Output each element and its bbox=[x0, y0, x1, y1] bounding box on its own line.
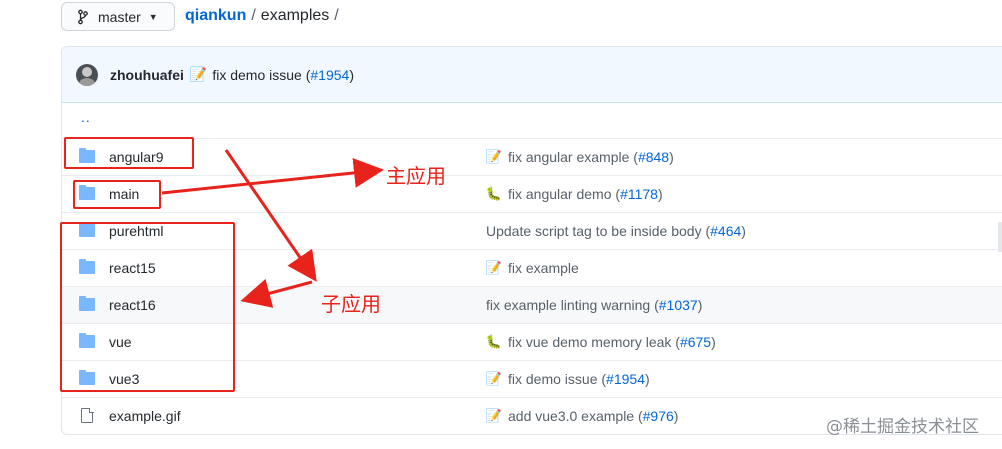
scrollbar-hint bbox=[998, 222, 1002, 252]
commit-message-link[interactable]: 📝 fix demo issue (#1954) bbox=[486, 371, 650, 387]
pr-link[interactable]: #848 bbox=[638, 149, 669, 165]
annotation-box-angular9 bbox=[64, 137, 194, 169]
pr-link[interactable]: #1178 bbox=[620, 186, 658, 202]
file-name-link[interactable]: example.gif bbox=[109, 408, 181, 424]
annotation-box-sub-apps bbox=[60, 222, 235, 392]
annotation-main-app: 主应用 bbox=[386, 164, 446, 188]
pr-link[interactable]: #976 bbox=[643, 408, 674, 424]
git-branch-icon bbox=[78, 9, 88, 24]
breadcrumb-repo-link[interactable]: qiankun bbox=[185, 7, 246, 24]
memo-emoji-icon: 📝 bbox=[485, 408, 503, 423]
annotation-box-main bbox=[73, 180, 161, 209]
file-icon bbox=[79, 407, 95, 423]
bug-emoji-icon: 🐛 bbox=[485, 334, 503, 349]
memo-emoji-icon: 📝 bbox=[485, 260, 503, 275]
table-row[interactable]: main 🐛 fix angular demo (#1178) bbox=[62, 175, 1002, 212]
commit-message-link[interactable]: 📝 fix example bbox=[486, 260, 579, 276]
commit-author-link[interactable]: zhouhuafei bbox=[110, 67, 184, 83]
annotation-sub-app: 子应用 bbox=[321, 292, 381, 316]
pr-link[interactable]: #675 bbox=[680, 334, 711, 350]
commit-message-link[interactable]: Update script tag to be inside body (#46… bbox=[486, 223, 746, 239]
branch-label: master bbox=[98, 8, 141, 25]
avatar[interactable] bbox=[76, 63, 98, 86]
commit-message-link[interactable]: 🐛 fix vue demo memory leak (#675) bbox=[486, 334, 716, 350]
commit-message-link[interactable]: 🐛 fix angular demo (#1178) bbox=[486, 186, 663, 202]
breadcrumb-current-dir: examples bbox=[260, 7, 330, 24]
commit-message-link[interactable]: 📝 fix angular example (#848) bbox=[486, 149, 674, 165]
branch-select-button[interactable]: master ▼ bbox=[61, 2, 175, 31]
bug-emoji-icon: 🐛 bbox=[485, 186, 503, 201]
memo-emoji-icon: 📝 bbox=[485, 149, 503, 164]
breadcrumb-separator: / bbox=[251, 7, 256, 24]
pr-link[interactable]: #464 bbox=[710, 223, 741, 239]
commit-message-link[interactable]: 📝 add vue3.0 example (#976) bbox=[485, 408, 679, 424]
commit-message-link[interactable]: fix example linting warning (#1037) bbox=[486, 297, 702, 313]
parent-directory-link[interactable]: .. bbox=[81, 109, 91, 125]
pr-link[interactable]: #1037 bbox=[659, 297, 698, 313]
memo-emoji-icon: 📝 bbox=[189, 66, 208, 82]
parent-directory-row[interactable]: .. bbox=[62, 103, 1002, 140]
breadcrumb-separator: / bbox=[334, 7, 339, 24]
commit-pr-link[interactable]: #1954 bbox=[310, 67, 349, 83]
latest-commit-header: zhouhuafei 📝 fix demo issue (#1954) bbox=[62, 47, 1002, 103]
watermark: @稀土掘金技术社区 bbox=[826, 417, 979, 437]
chevron-down-icon: ▼ bbox=[148, 11, 158, 22]
memo-emoji-icon: 📝 bbox=[485, 371, 503, 386]
breadcrumb: qiankun / examples / bbox=[185, 6, 344, 26]
commit-message[interactable]: fix demo issue (#1954) bbox=[212, 67, 354, 83]
table-row[interactable]: angular9 📝 fix angular example (#848) bbox=[62, 138, 1002, 175]
pr-link[interactable]: #1954 bbox=[606, 371, 645, 387]
